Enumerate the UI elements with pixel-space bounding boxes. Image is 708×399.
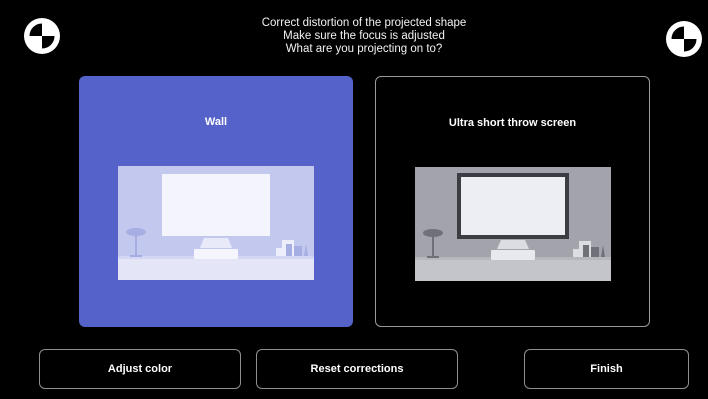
instruction-line-3: What are you projecting on to? bbox=[285, 43, 443, 55]
wall-projection-illustration bbox=[118, 166, 314, 280]
option-card-wall[interactable]: Wall bbox=[79, 76, 353, 327]
adjust-color-button[interactable]: Adjust color bbox=[39, 349, 241, 389]
finish-button[interactable]: Finish bbox=[524, 349, 689, 389]
option-card-ust-screen[interactable]: Ultra short throw screen bbox=[375, 76, 650, 327]
focus-target-icon bbox=[22, 16, 62, 56]
ust-screen-illustration bbox=[414, 167, 611, 281]
instruction-line-1: Correct distortion of the projected shap… bbox=[261, 17, 467, 29]
focus-target-icon bbox=[664, 19, 704, 59]
option-label-ust-screen: Ultra short throw screen bbox=[448, 117, 577, 129]
reset-corrections-button[interactable]: Reset corrections bbox=[256, 349, 458, 389]
instruction-line-2: Make sure the focus is adjusted bbox=[283, 30, 445, 42]
option-label-wall: Wall bbox=[204, 116, 228, 128]
instruction-text: Correct distortion of the projected shap… bbox=[150, 17, 578, 56]
